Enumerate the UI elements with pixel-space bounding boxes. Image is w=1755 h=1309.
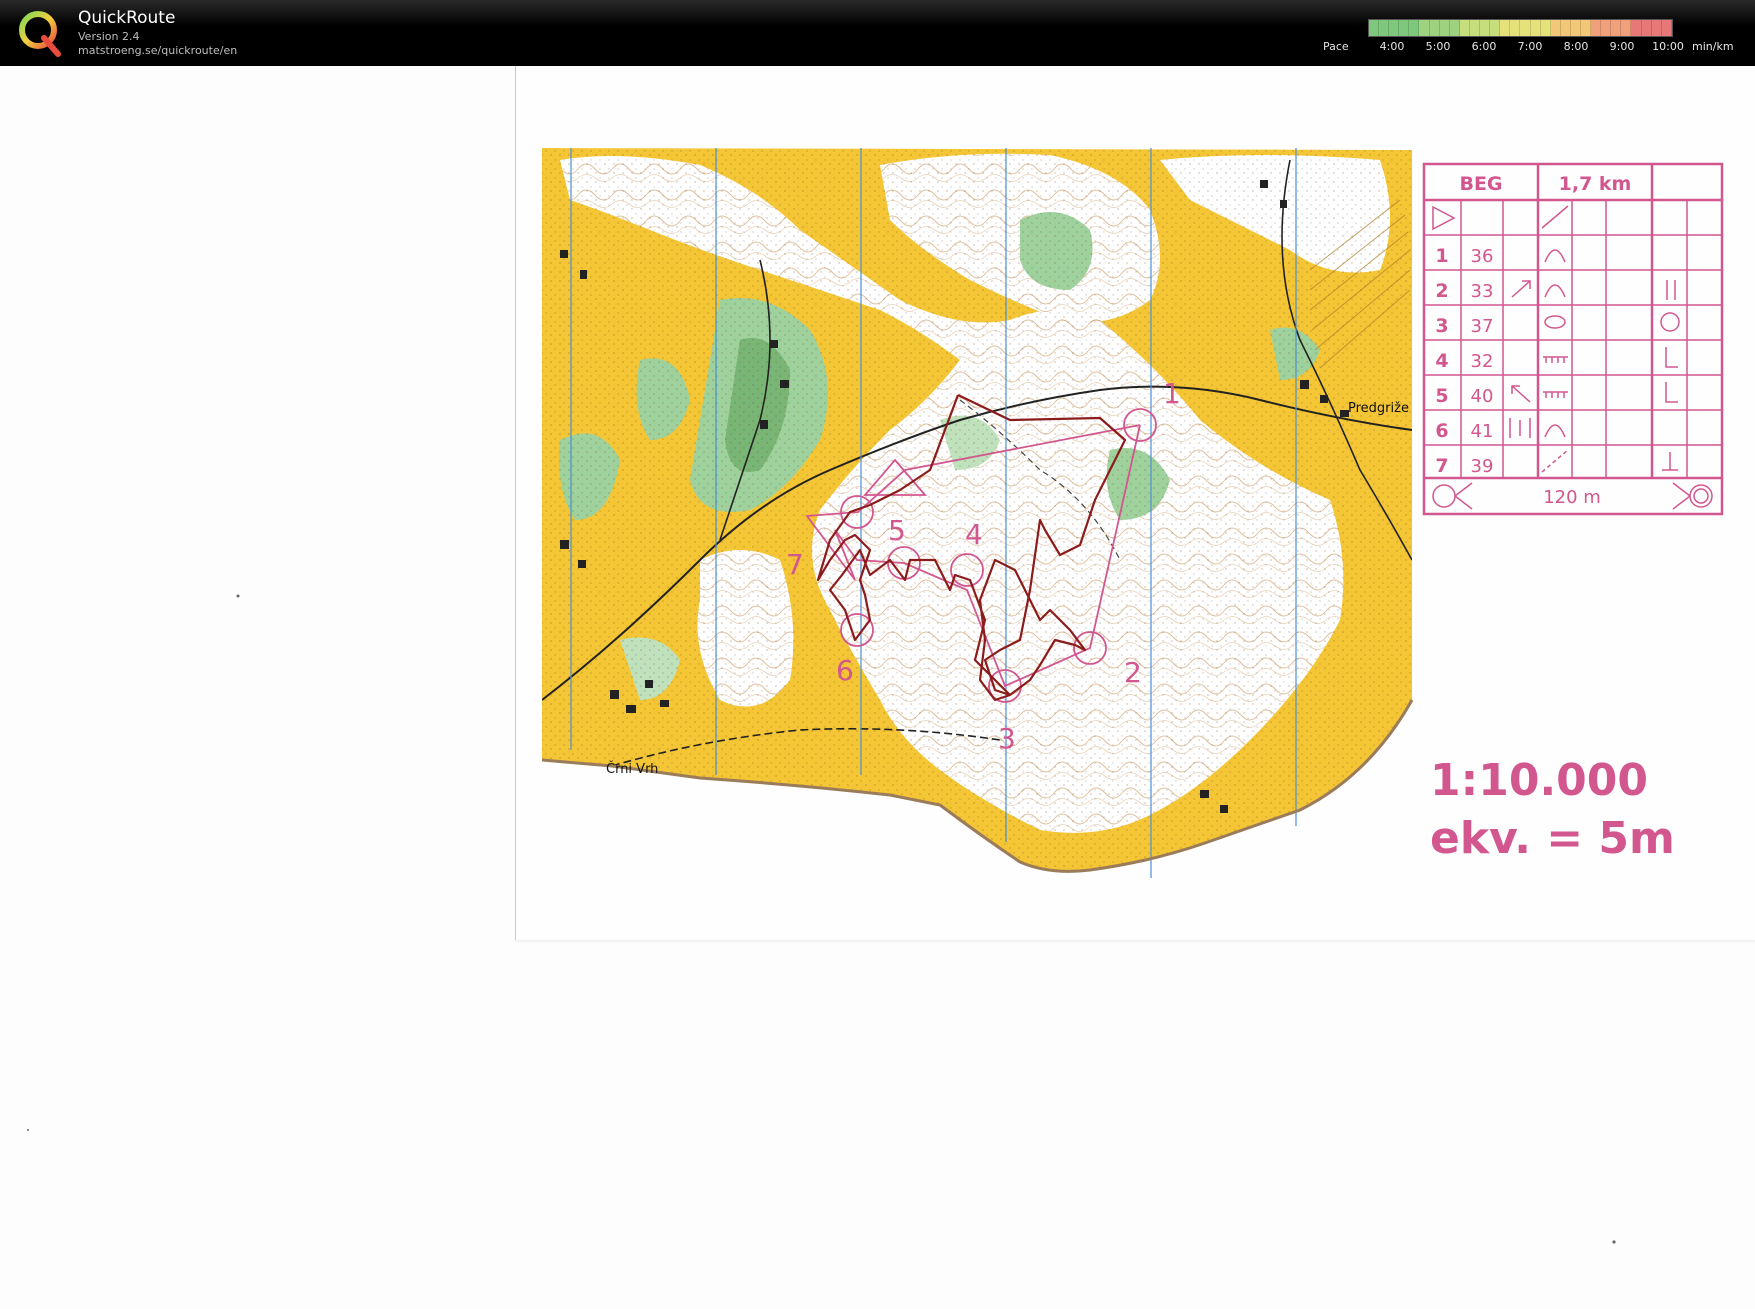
control-row-code: 33 (1471, 281, 1494, 302)
contour-interval: ekv. = 5m (1430, 813, 1675, 864)
arrow-nw-icon (1511, 385, 1531, 403)
control-number-6: 6 (836, 654, 854, 687)
depression-icon (1544, 315, 1566, 329)
control-row-code: 36 (1471, 246, 1494, 267)
event-code: BEG (1459, 173, 1502, 195)
control-row-code: 37 (1471, 316, 1494, 337)
control-row-code: 41 (1471, 421, 1494, 442)
arrow-ne-icon (1511, 280, 1531, 298)
control-number-2: 2 (1124, 656, 1142, 689)
control-symbols (1509, 249, 1680, 473)
finish-circle-icon (1432, 484, 1456, 508)
between-icon (1509, 418, 1531, 438)
foot-icon (1666, 280, 1676, 300)
control-number-4: 4 (965, 518, 983, 551)
start-icon (1432, 205, 1456, 231)
control-row-number: 4 (1435, 350, 1448, 372)
finish-arrow-icon (1672, 482, 1691, 510)
knoll-icon (1544, 424, 1566, 438)
control-row-number: 2 (1435, 280, 1448, 302)
control-row-code: 32 (1471, 351, 1494, 372)
finish-distance: 120 m (1543, 487, 1601, 508)
control-description-table: BEG 1,7 km 136233337432540641739 (1422, 162, 1724, 516)
control-row-number: 7 (1435, 455, 1448, 477)
orienteering-map[interactable]: 1 2 3 4 5 6 7 Predgriže Črni Vrh BEG 1,7… (0, 0, 1755, 1309)
control-number-3: 3 (998, 722, 1016, 755)
control-number-5: 5 (888, 514, 906, 547)
control-number-7: 7 (786, 548, 804, 581)
knoll-icon (1544, 249, 1566, 263)
foot-icon (1665, 382, 1678, 403)
foot-icon (1662, 452, 1678, 471)
control-row-number: 5 (1435, 385, 1448, 407)
control-row-code: 40 (1471, 386, 1494, 407)
finish-circle-icon (1693, 488, 1709, 504)
control-row-code: 39 (1471, 456, 1494, 477)
map-terrain (542, 148, 1412, 872)
cliff-icon (1543, 356, 1568, 363)
cliff-icon (1543, 391, 1568, 398)
place-label-crni-vrh: Črni Vrh (606, 761, 658, 777)
start-feature-icon (1541, 205, 1569, 229)
place-label-predgrize: Predgriže (1348, 401, 1409, 416)
control-row-number: 1 (1435, 245, 1448, 267)
foot-icon (1660, 312, 1680, 332)
control-number-1: 1 (1163, 377, 1181, 410)
finish-arrow-icon (1454, 482, 1473, 510)
map-scale: 1:10.000 (1430, 755, 1648, 806)
control-row-number: 6 (1435, 420, 1448, 442)
control-row-number: 3 (1435, 315, 1448, 337)
course-length: 1,7 km (1559, 173, 1632, 195)
knoll-icon (1544, 284, 1566, 298)
foot-icon (1665, 347, 1678, 368)
wall-icon (1541, 449, 1569, 473)
control-rows: 1 362 333 374 325 406 417 39 (1435, 245, 1493, 477)
